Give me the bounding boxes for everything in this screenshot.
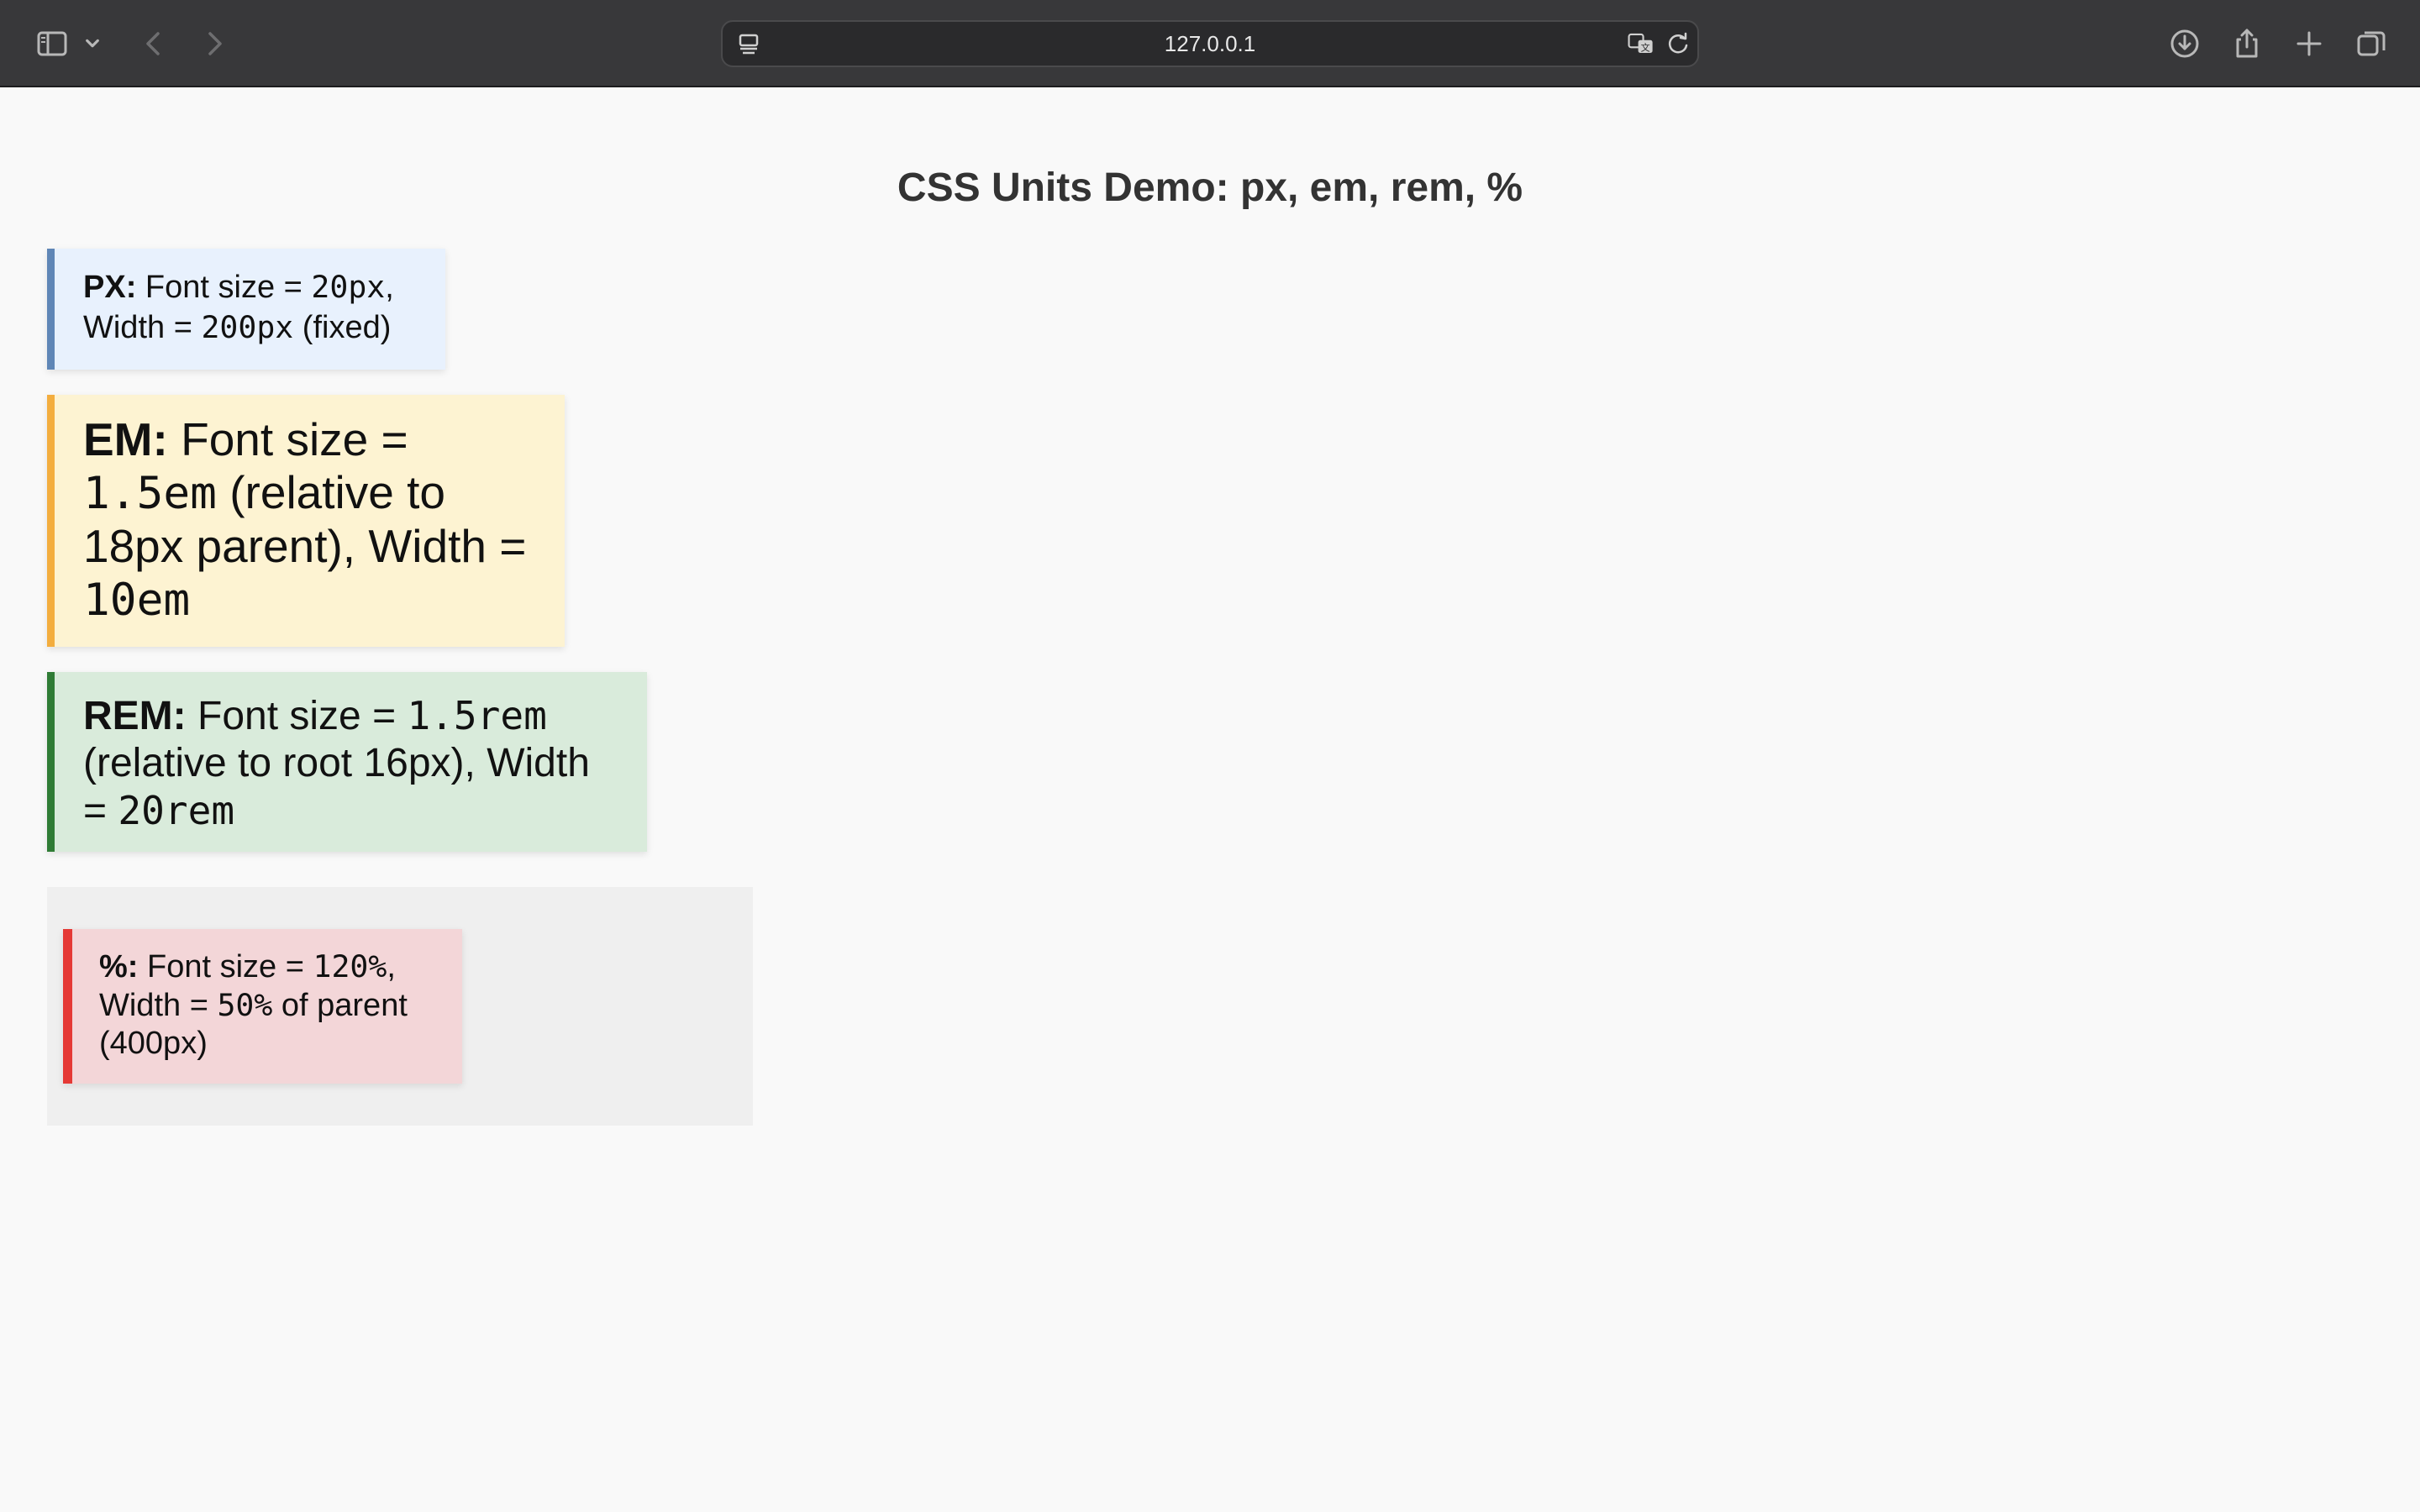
download-icon[interactable]: [2163, 22, 2207, 66]
percent-width-value: 50%: [217, 987, 273, 1023]
px-font-size-value: 20px: [311, 269, 386, 305]
percent-text: Width =: [99, 988, 218, 1023]
rem-text: (relative to root 16px), Width: [83, 741, 590, 785]
em-font-size-value: 1.5em: [83, 468, 217, 519]
px-text: (fixed): [293, 310, 392, 345]
reload-icon[interactable]: [1664, 29, 1692, 58]
percent-font-size-value: 120%: [313, 948, 387, 984]
px-text: Font size =: [136, 270, 312, 305]
px-label: PX:: [83, 270, 137, 305]
em-width-value: 10em: [83, 575, 191, 626]
rem-label: REM:: [83, 694, 187, 738]
em-label: EM:: [83, 413, 168, 465]
sidebar-toggle-icon[interactable]: [30, 22, 74, 66]
px-width-value: 200px: [201, 309, 294, 345]
em-text: Font size =: [167, 413, 408, 465]
browser-toolbar: 127.0.0.1 文: [0, 0, 2420, 87]
px-text: Width =: [83, 310, 202, 345]
translate-icon[interactable]: 文: [1627, 29, 1660, 58]
percent-text: Font size =: [138, 949, 313, 984]
share-icon[interactable]: [2225, 22, 2269, 66]
page-title: CSS Units Demo: px, em, rem, %: [897, 165, 1523, 210]
chevron-down-icon[interactable]: [77, 22, 108, 66]
address-bar[interactable]: 127.0.0.1 文: [721, 20, 1699, 67]
percent-demo-box: %: Font size = 120%, Width = 50% of pare…: [63, 929, 462, 1084]
rem-text: =: [83, 789, 118, 833]
percent-label: %:: [99, 949, 139, 984]
tab-overview-icon[interactable]: [2349, 22, 2393, 66]
percent-text: of parent: [272, 988, 408, 1023]
forward-arrow-icon[interactable]: [192, 22, 235, 66]
percent-text: ,: [387, 949, 396, 984]
px-text: ,: [385, 270, 394, 305]
svg-text:文: 文: [1641, 42, 1650, 54]
rem-text: Font size =: [186, 694, 408, 738]
url-text[interactable]: 127.0.0.1: [723, 22, 1697, 66]
rem-font-size-value: 1.5rem: [407, 693, 547, 738]
em-text: 18px parent), Width =: [83, 520, 527, 572]
rem-demo-box: REM: Font size = 1.5rem (relative to roo…: [47, 672, 647, 852]
back-arrow-icon[interactable]: [133, 22, 176, 66]
px-demo-box: PX: Font size = 20px, Width = 200px (fix…: [47, 249, 445, 370]
plus-icon[interactable]: [2287, 22, 2331, 66]
rem-width-value: 20rem: [118, 788, 235, 833]
percent-text: (400px): [99, 1026, 208, 1061]
em-demo-box: EM: Font size = 1.5em (relative to 18px …: [47, 395, 565, 647]
em-text: (relative to: [216, 466, 445, 518]
